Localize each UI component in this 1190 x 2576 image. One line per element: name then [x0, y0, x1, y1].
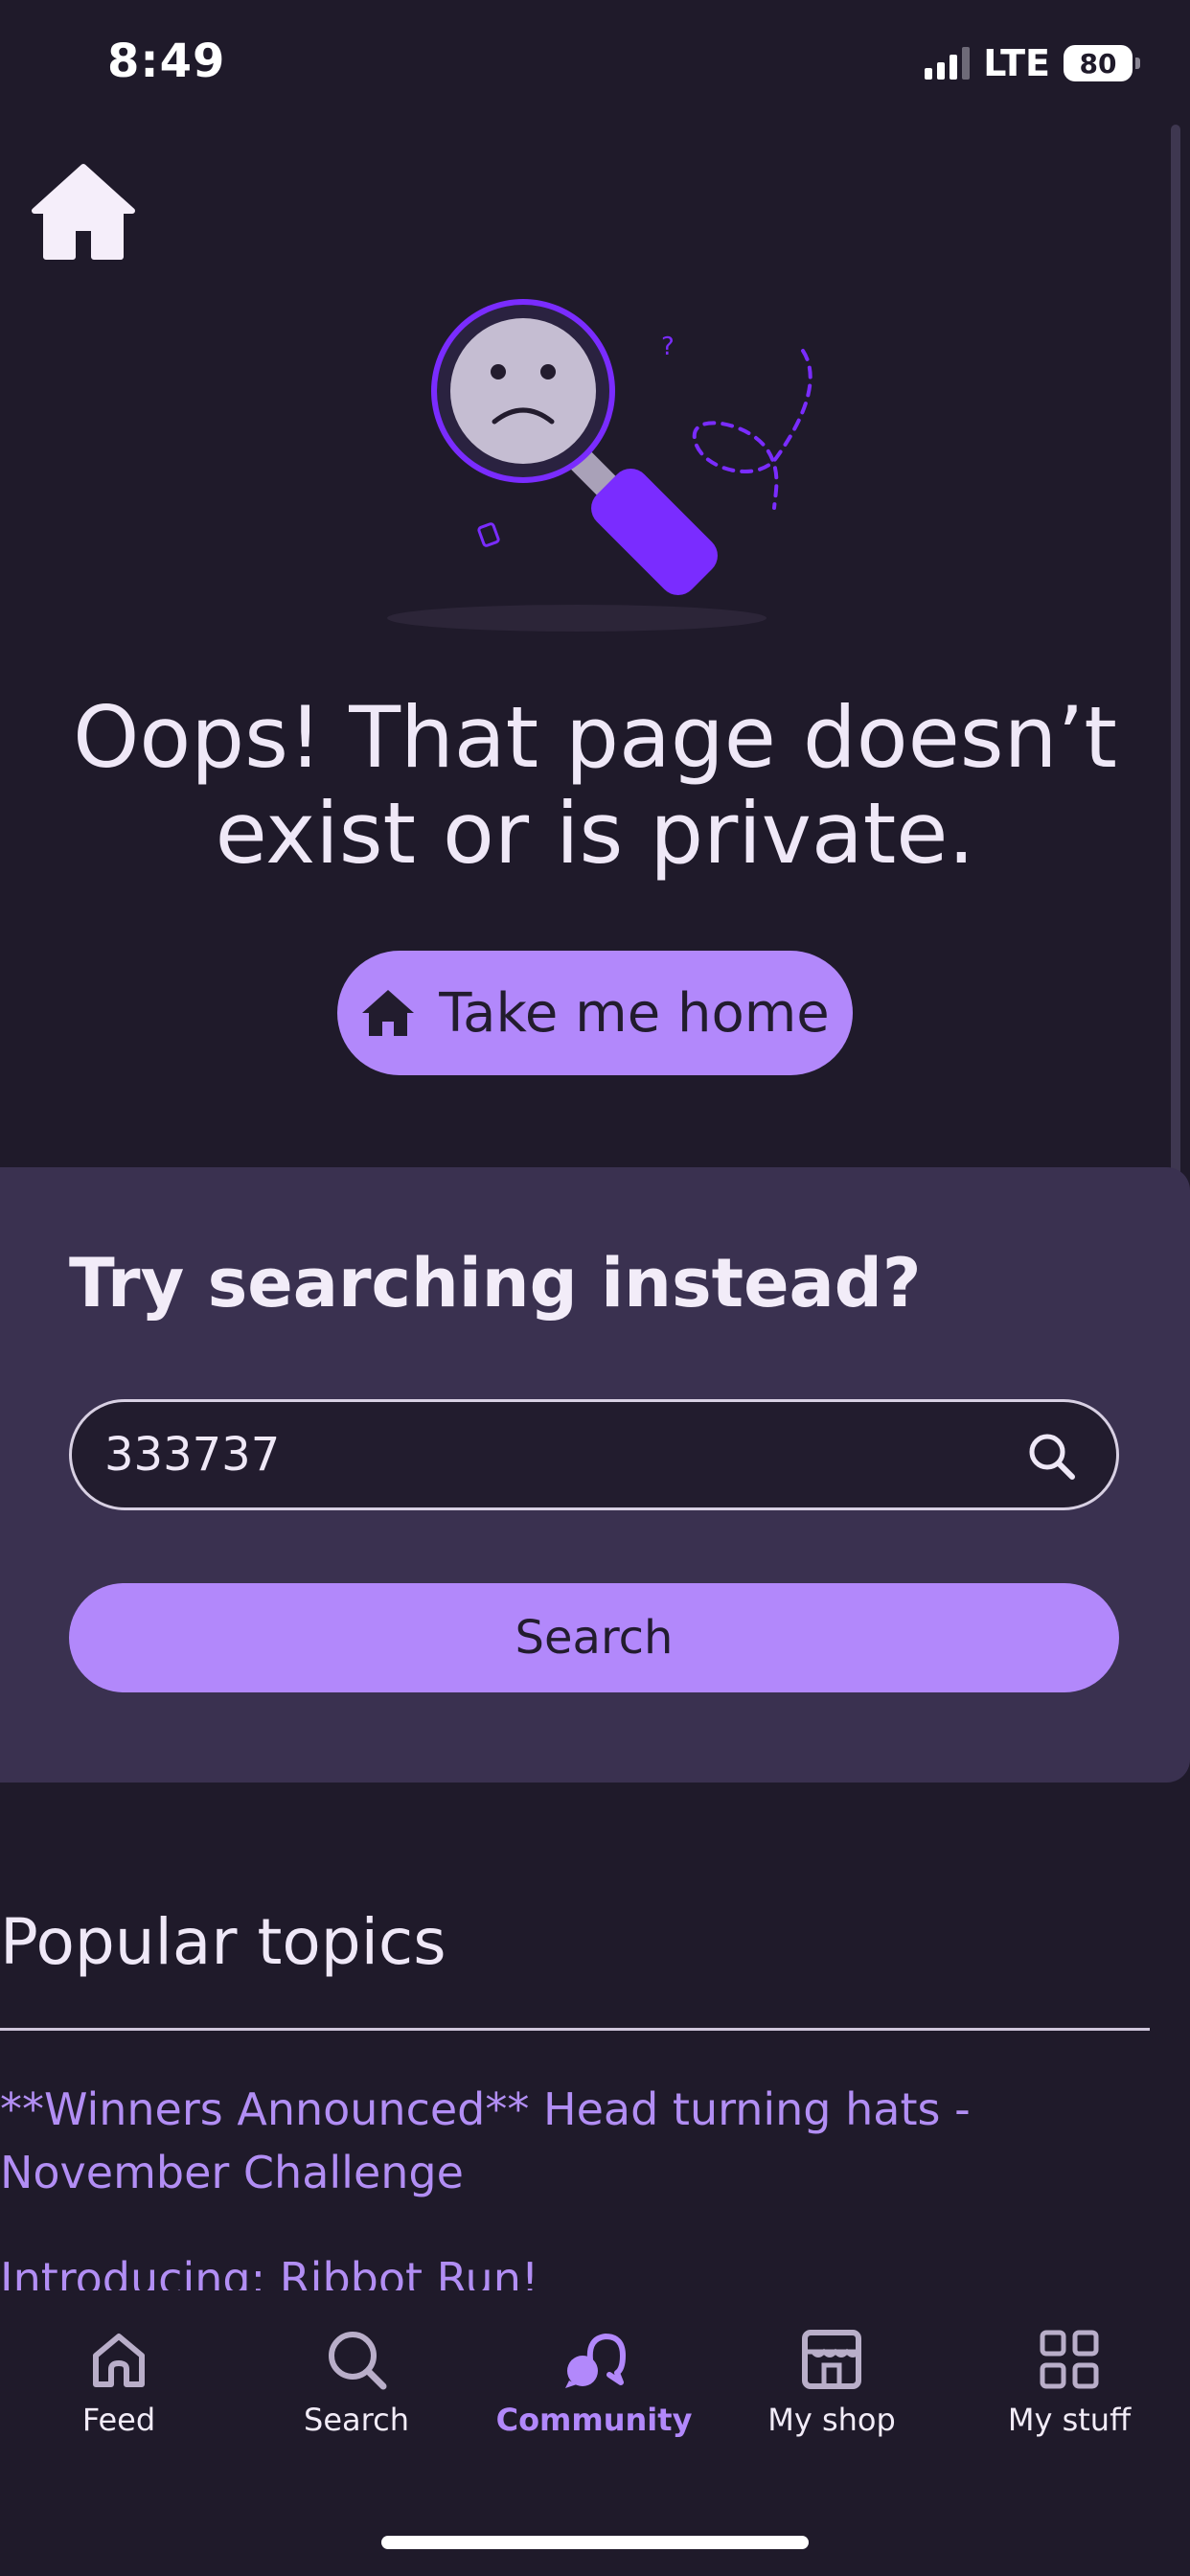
home-icon — [362, 990, 415, 1036]
nav-label: Search — [304, 2402, 409, 2438]
battery-level: 80 — [1079, 47, 1117, 80]
divider — [0, 2028, 1150, 2031]
network-type: LTE — [983, 42, 1050, 84]
nav-label: My shop — [767, 2402, 896, 2438]
grid-icon — [1040, 2330, 1099, 2389]
take-me-home-label: Take me home — [439, 981, 830, 1045]
topic-link[interactable]: **Winners Announced** Head turning hats … — [0, 2078, 1054, 2204]
nav-label: Community — [495, 2402, 693, 2438]
chat-bubbles-icon — [565, 2334, 626, 2388]
shop-icon — [802, 2330, 861, 2389]
bottom-nav: Feed Search Community My shop My stuff — [0, 2290, 1190, 2576]
search-icon — [329, 2332, 387, 2390]
search-heading: Try searching instead? — [69, 1244, 922, 1322]
status-indicators: LTE 80 — [925, 42, 1140, 84]
home-icon[interactable] — [29, 163, 138, 261]
nav-item-community[interactable]: Community — [489, 2327, 699, 2451]
nav-item-my-shop[interactable]: My shop — [726, 2327, 937, 2451]
nav-item-feed[interactable]: Feed — [13, 2327, 224, 2451]
home-indicator[interactable] — [381, 2536, 809, 2549]
search-field[interactable] — [69, 1399, 1119, 1510]
sad-magnifier-illustration: ? — [374, 278, 834, 642]
page-title: Oops! That page doesn’t exist or is priv… — [73, 688, 1117, 883]
nav-item-search[interactable]: Search — [251, 2327, 462, 2451]
popular-topics-heading: Popular topics — [0, 1905, 446, 1979]
search-button[interactable]: Search — [69, 1583, 1119, 1692]
signal-icon — [925, 47, 971, 80]
svg-text:?: ? — [661, 333, 675, 361]
status-time: 8:49 — [107, 34, 226, 88]
nav-label: Feed — [81, 2402, 156, 2438]
search-panel: Try searching instead? Search — [0, 1167, 1190, 1782]
status-bar: 8:49 LTE 80 — [0, 0, 1190, 125]
nav-label: My stuff — [1007, 2402, 1132, 2438]
search-button-label: Search — [515, 1611, 674, 1665]
nav-item-my-stuff[interactable]: My stuff — [964, 2327, 1175, 2451]
search-icon[interactable] — [1026, 1431, 1076, 1481]
search-input[interactable] — [104, 1402, 967, 1507]
battery-icon: 80 — [1064, 45, 1140, 81]
home-icon — [93, 2334, 145, 2387]
take-me-home-button[interactable]: Take me home — [337, 951, 853, 1075]
